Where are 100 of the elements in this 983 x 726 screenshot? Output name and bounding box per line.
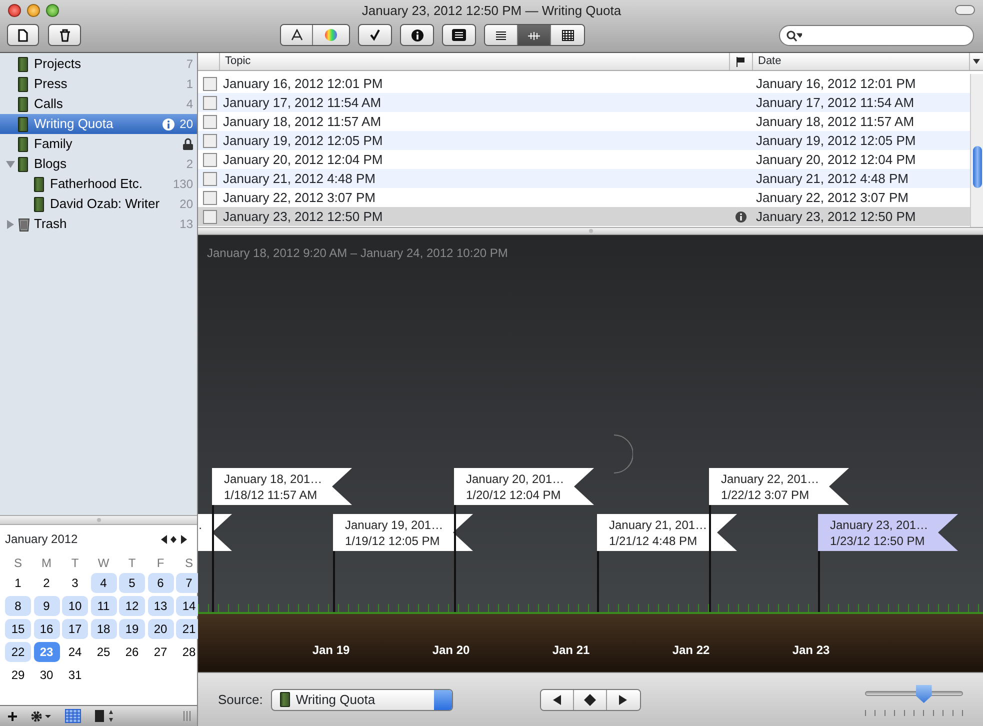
zoom-button[interactable] <box>46 4 59 17</box>
next-month-icon[interactable] <box>180 534 186 544</box>
timeline-flag[interactable]: January 20, 201… 1/20/12 12:04 PM <box>454 468 594 505</box>
calendar-day[interactable]: 4 <box>90 573 116 593</box>
calendar-day[interactable]: 22 <box>5 642 31 662</box>
note-icon <box>203 134 217 148</box>
font-button[interactable] <box>281 25 313 45</box>
calendar-day[interactable]: 12 <box>119 596 145 616</box>
delete-button[interactable] <box>48 24 81 46</box>
column-menu-icon[interactable] <box>973 59 980 64</box>
disclosure-triangle-icon[interactable] <box>6 160 15 168</box>
sidebar-item[interactable]: Projects 7 <box>0 54 197 74</box>
table-row[interactable]: January 21, 2012 4:48 PM January 21, 2012 4:48 PM <box>198 169 970 188</box>
calendar-day[interactable]: 11 <box>90 596 116 616</box>
add-icon[interactable] <box>8 712 17 720</box>
table-row[interactable]: January 17, 2012 11:54 AM January 17, 2012 11:54 AM <box>198 93 970 112</box>
letter-a-icon <box>290 29 302 41</box>
calendar-day[interactable]: 24 <box>62 642 88 662</box>
right-arrow-icon <box>619 694 628 704</box>
sidebar-item[interactable]: David Ozab: Writer 20 <box>0 194 197 214</box>
calendar-day[interactable]: 5 <box>119 573 145 593</box>
new-note-button[interactable] <box>7 24 39 46</box>
calendar-day[interactable]: 20 <box>148 619 174 639</box>
notebook-icon <box>18 116 28 132</box>
calendar-day[interactable]: 16 <box>34 619 60 639</box>
source-value: Writing Quota <box>296 690 376 709</box>
previous-button[interactable] <box>540 690 574 710</box>
table-row[interactable]: January 19, 2012 12:05 PM January 19, 2012 12:05 PM <box>198 131 970 150</box>
notes-list-button[interactable] <box>442 24 476 46</box>
source-popup[interactable]: Writing Quota <box>270 688 453 710</box>
disclosure-triangle-icon[interactable] <box>6 220 15 228</box>
previous-month-icon[interactable] <box>161 534 167 544</box>
calendar-day[interactable]: 6 <box>148 573 174 593</box>
calendar-day[interactable]: 13 <box>148 596 174 616</box>
timeline-flag[interactable]: January 23, 201… 1/23/12 12:50 PM <box>818 514 958 551</box>
calendar-day[interactable]: 27 <box>148 642 174 662</box>
calendar-day[interactable]: 17 <box>62 619 88 639</box>
weekday-label: W <box>96 555 110 570</box>
note-icon <box>203 152 217 166</box>
calendar-day[interactable]: 25 <box>90 642 116 662</box>
calendar-day[interactable]: 26 <box>119 642 145 662</box>
slider-thumb[interactable] <box>916 685 932 703</box>
timeline-flag[interactable]: . <box>198 514 232 551</box>
source-label: Source: <box>218 690 263 709</box>
colors-button[interactable] <box>313 25 349 45</box>
view-mode-button[interactable] <box>485 25 518 45</box>
sidebar-item[interactable]: Writing Quota 20 <box>0 114 197 134</box>
calendar-icon[interactable] <box>65 709 81 723</box>
axis-label: Jan 23 <box>792 642 830 659</box>
calendar-day[interactable]: 15 <box>5 619 31 639</box>
column-header[interactable]: Topic <box>220 53 730 70</box>
calendar-day[interactable]: 10 <box>62 596 88 616</box>
timeline-flag[interactable]: January 21, 201… 1/21/12 4:48 PM <box>597 514 737 551</box>
calendar-day[interactable]: 19 <box>119 619 145 639</box>
notebook-icon[interactable] <box>95 709 115 723</box>
info-button[interactable] <box>400 24 434 46</box>
column-header[interactable]: Date <box>753 53 970 70</box>
date-cell-text: January 19, 2012 12:05 PM <box>755 132 916 150</box>
view-mode-button[interactable] <box>518 25 551 45</box>
weekday-label: M <box>40 555 52 570</box>
scrollbar[interactable] <box>970 74 983 227</box>
calendar-day[interactable]: 1 <box>5 573 31 593</box>
zoom-slider[interactable] <box>865 685 963 705</box>
calendar-day[interactable]: 8 <box>5 596 31 616</box>
timeline-flag[interactable]: January 19, 201… 1/19/12 12:05 PM <box>333 514 473 551</box>
table-row[interactable]: January 23, 2012 12:50 PM January 23, 2012 12:50 PM <box>198 207 970 226</box>
toolbar-toggle-button[interactable] <box>955 5 975 15</box>
sidebar-item[interactable]: Blogs 2 <box>0 154 197 174</box>
calendar-day[interactable]: 31 <box>62 665 88 685</box>
search-field[interactable] <box>779 25 974 46</box>
sidebar-item[interactable]: Family <box>0 134 197 154</box>
done-button[interactable] <box>358 24 392 46</box>
calendar-day[interactable]: 18 <box>90 619 116 639</box>
view-mode-button[interactable] <box>551 25 584 45</box>
timeline-flag[interactable]: January 18, 201… 1/18/12 11:57 AM <box>212 468 352 505</box>
list-icon <box>452 29 466 41</box>
calendar-day[interactable]: 2 <box>34 573 60 593</box>
trash-icon <box>58 28 70 42</box>
close-button[interactable] <box>8 4 21 17</box>
calendar-day[interactable]: 29 <box>5 665 31 685</box>
calendar-day[interactable]: 9 <box>34 596 60 616</box>
next-button[interactable] <box>606 690 640 710</box>
calendar-day[interactable]: 30 <box>34 665 60 685</box>
info-icon[interactable] <box>734 210 746 222</box>
sidebar-item[interactable]: Fatherhood Etc. 130 <box>0 174 197 194</box>
calendar-day[interactable]: 3 <box>62 573 88 593</box>
sidebar-item-label: Writing Quota <box>34 115 114 134</box>
timeline-flag[interactable]: January 22, 201… 1/22/12 3:07 PM <box>709 468 849 505</box>
splitter-handle[interactable] <box>96 518 100 522</box>
info-icon[interactable] <box>162 118 175 130</box>
sidebar-item[interactable]: Calls 4 <box>0 94 197 114</box>
resize-grip-icon[interactable] <box>183 711 191 721</box>
today-icon[interactable] <box>170 534 178 544</box>
sidebar-item[interactable]: Press 1 <box>0 74 197 94</box>
today-button[interactable] <box>574 690 607 710</box>
calendar-day[interactable]: 28 <box>176 642 202 662</box>
minimize-button[interactable] <box>27 4 40 17</box>
gear-icon[interactable] <box>31 710 51 722</box>
sidebar-item[interactable]: Trash 13 <box>0 214 197 234</box>
splitter-handle[interactable] <box>588 229 592 233</box>
